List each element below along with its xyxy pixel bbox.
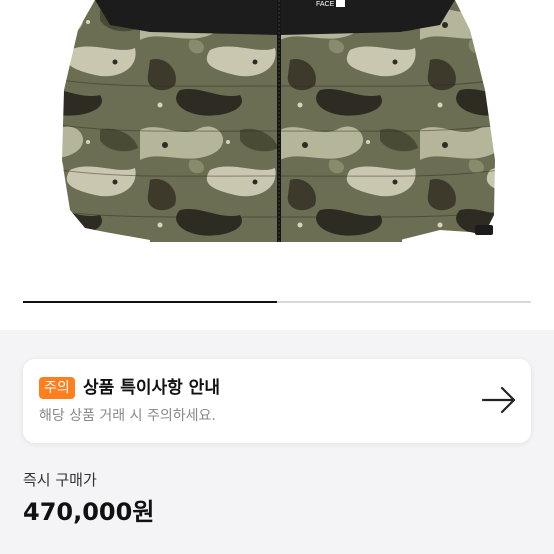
notice-title: 상품 특이사항 안내 (83, 378, 220, 398)
instant-buy-price: 470,000원 (23, 498, 155, 526)
carousel-progress-track (23, 301, 531, 303)
product-image[interactable]: FACE (0, 0, 554, 290)
caution-badge: 주의 (39, 377, 75, 399)
brand-tag: FACE (316, 1, 335, 8)
instant-buy-label: 즉시 구매가 (23, 471, 97, 489)
arrow-right-icon[interactable] (481, 385, 517, 415)
product-notice-card[interactable]: 주의 상품 특이사항 안내 해당 상품 거래 시 주의하세요. (23, 359, 531, 443)
carousel-progress-indicator (23, 301, 277, 303)
notice-subtitle: 해당 상품 거래 시 주의하세요. (39, 408, 216, 424)
product-image-area: FACE (0, 0, 554, 330)
